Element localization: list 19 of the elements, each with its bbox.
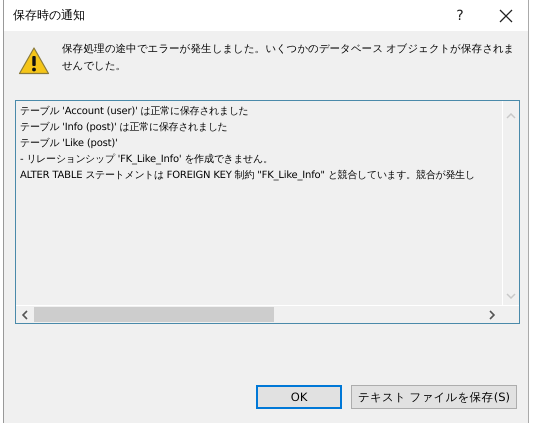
scrollbar-thumb[interactable] xyxy=(34,307,274,322)
save-text-file-button[interactable]: テキスト ファイルを保存(S) xyxy=(351,385,517,409)
scroll-right-icon[interactable] xyxy=(489,310,495,320)
scroll-down-icon[interactable] xyxy=(506,293,516,299)
horizontal-scrollbar[interactable] xyxy=(16,305,519,323)
log-line: テーブル 'Account (user)' は正常に保存されました xyxy=(20,104,250,119)
scroll-up-icon[interactable] xyxy=(506,113,516,119)
error-message: 保存処理の途中でエラーが発生しました。いくつかのデータベース オブジェクトが保存されませんでした。 xyxy=(62,42,516,74)
window-title: 保存時の通知 xyxy=(13,7,86,24)
close-icon xyxy=(499,8,513,22)
log-line: - リレーションシップ 'FK_Like_Info' を作成できません。 xyxy=(20,152,274,167)
log-textbox[interactable]: テーブル 'Account (user)' は正常に保存されました テーブル 'Info (post)' は正常に保存されました テーブル 'Like (post)' - リレーションシップ 'FK_Like_Info' を作成できません。 ALTER TABLE ステートメントは FOREIGN KEY 制約 "FK_Like_Info" と競合しています。競合が発生し xyxy=(15,100,520,324)
ok-button[interactable]: OK xyxy=(256,385,342,409)
log-line: テーブル 'Info (post)' は正常に保存されました xyxy=(20,120,228,135)
warning-icon xyxy=(18,46,50,76)
help-button[interactable]: ? xyxy=(438,0,482,31)
log-line: ALTER TABLE ステートメントは FOREIGN KEY 制約 "FK_Like_Info" と競合しています。競合が発生し xyxy=(20,168,476,183)
scroll-left-icon[interactable] xyxy=(22,310,28,320)
log-line: テーブル 'Like (post)' xyxy=(20,136,119,151)
